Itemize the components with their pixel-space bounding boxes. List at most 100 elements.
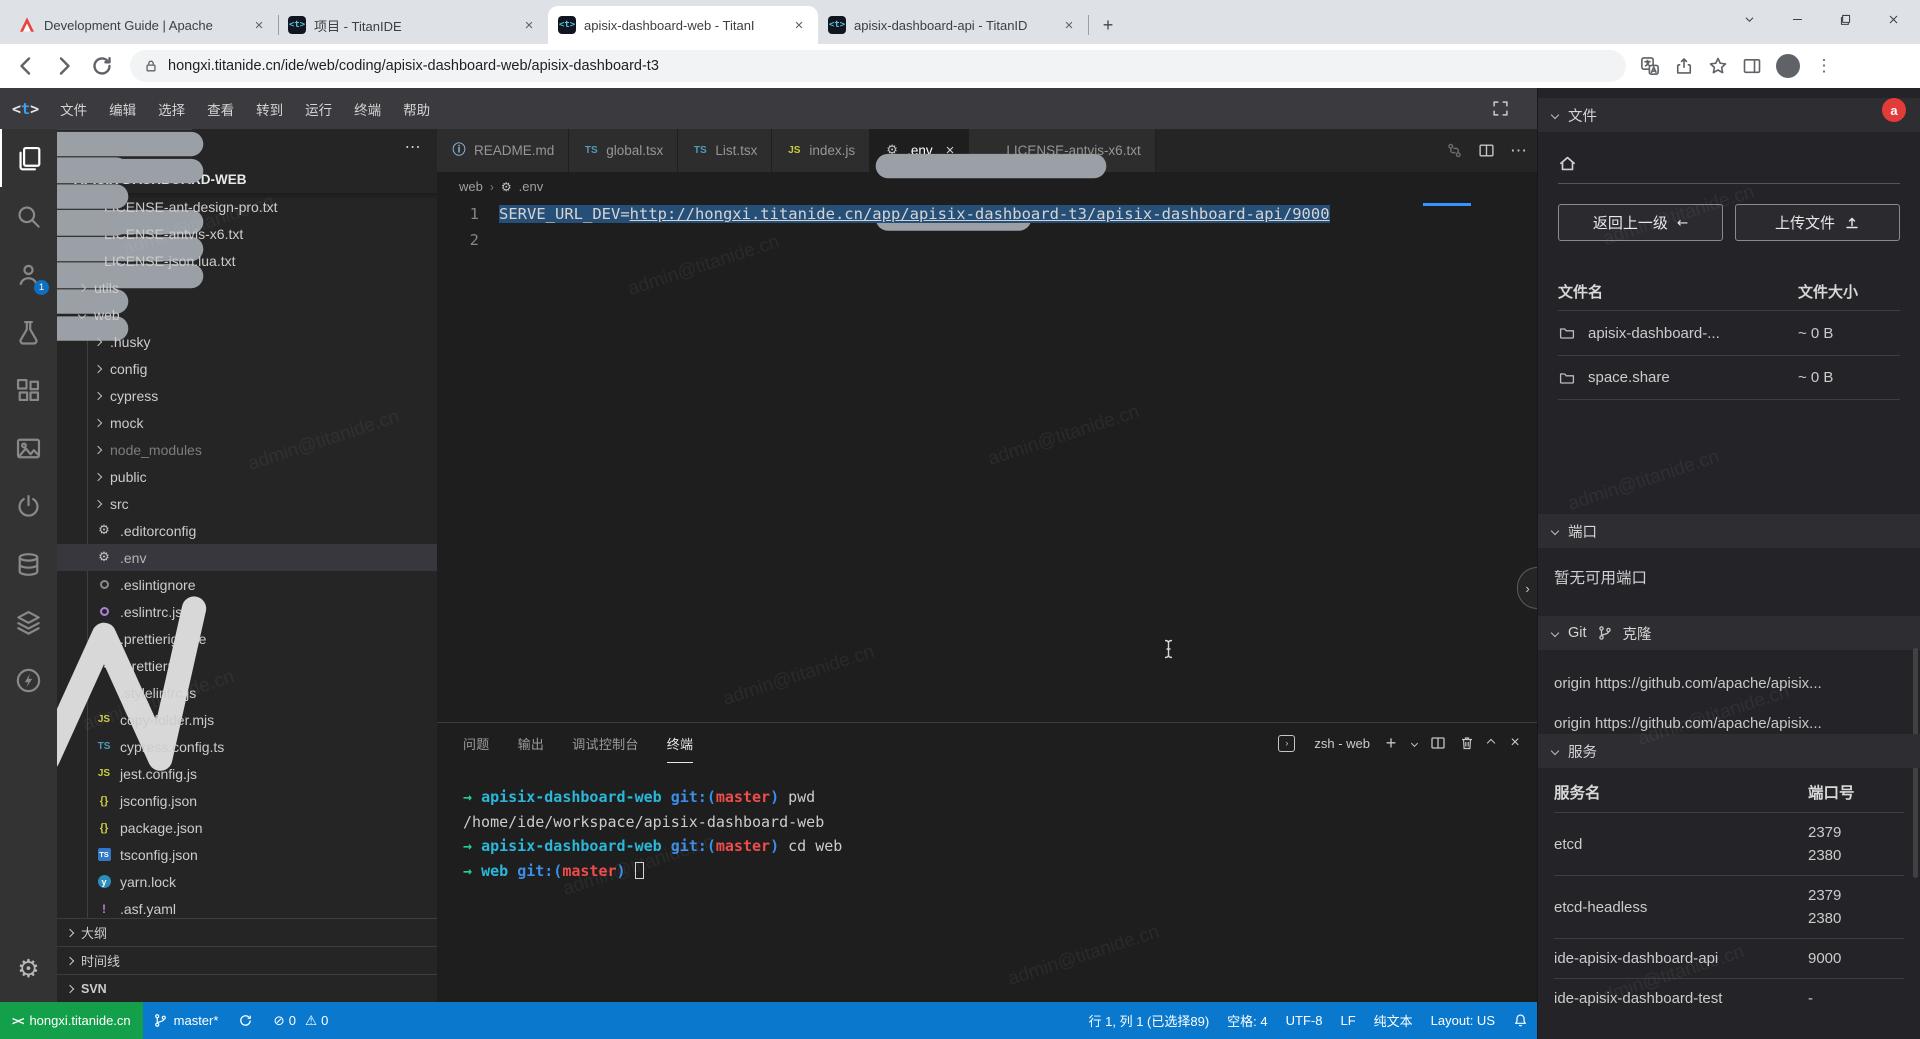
- tree-item[interactable]: mock: [57, 409, 437, 436]
- activity-restart[interactable]: [0, 477, 57, 535]
- status-keyboard-layout[interactable]: Layout: US: [1422, 1002, 1504, 1039]
- tree-item[interactable]: config: [57, 355, 437, 382]
- new-tab-button[interactable]: +: [1094, 11, 1122, 39]
- git-clone-label[interactable]: 克隆: [1623, 623, 1652, 644]
- panel-tab[interactable]: 调试控制台: [572, 723, 639, 763]
- menu-item[interactable]: 转到: [245, 88, 294, 129]
- minimize-button[interactable]: [1776, 3, 1818, 35]
- activity-database[interactable]: [0, 535, 57, 593]
- user-avatar[interactable]: a: [1882, 98, 1906, 122]
- new-terminal-icon[interactable]: +: [1383, 735, 1399, 751]
- tree-item[interactable]: JScopy-folder.mjs: [57, 706, 437, 733]
- git-branch-indicator[interactable]: master*: [143, 1002, 229, 1039]
- settings-gear-icon[interactable]: ⚙: [0, 946, 57, 990]
- section-outline[interactable]: 大纲: [57, 918, 437, 946]
- editor-tab[interactable]: ⓘREADME.md: [437, 129, 569, 172]
- explorer-more-icon[interactable]: ⋯: [405, 137, 421, 157]
- ports-section-header[interactable]: 端口: [1538, 514, 1920, 548]
- remote-indicator[interactable]: >< hongxi.titanide.cn: [0, 1002, 143, 1039]
- tree-item[interactable]: utils: [57, 274, 437, 301]
- home-icon[interactable]: [1558, 154, 1577, 173]
- tree-item[interactable]: .husky: [57, 328, 437, 355]
- url-text[interactable]: hongxi.titanide.cn/ide/web/coding/apisix…: [168, 58, 659, 74]
- compare-changes-icon[interactable]: [1446, 142, 1463, 159]
- close-panel-icon[interactable]: ×: [1507, 735, 1523, 751]
- maximize-panel-icon[interactable]: [1487, 739, 1495, 747]
- tree-item[interactable]: .stylelintrc.js: [57, 679, 437, 706]
- tree-item[interactable]: yyarn.lock: [57, 868, 437, 895]
- files-section-header[interactable]: 文件: [1538, 98, 1920, 132]
- terminal[interactable]: → apisix-dashboard-web git:(master) pwd/…: [437, 763, 1537, 883]
- activity-search[interactable]: [0, 187, 57, 245]
- problems-indicator[interactable]: ⊘ 0 ⚠ 0: [263, 1002, 338, 1039]
- forward-icon[interactable]: [52, 54, 76, 78]
- back-icon[interactable]: [14, 54, 38, 78]
- browser-tab[interactable]: <t>apisix-dashboard-web - TitanI×: [548, 6, 818, 44]
- breadcrumb-file[interactable]: .env: [519, 179, 544, 194]
- editor-more-icon[interactable]: ⋯: [1510, 141, 1527, 161]
- shell-dropdown-icon[interactable]: [1411, 739, 1418, 746]
- service-row[interactable]: etcd23792380: [1554, 812, 1904, 875]
- maximize-button[interactable]: [1824, 3, 1866, 35]
- editor-tab[interactable]: LICENSE-antvis-x6.txt: [969, 129, 1155, 172]
- activity-accounts[interactable]: 1: [0, 245, 57, 303]
- fullscreen-icon[interactable]: [1492, 88, 1509, 129]
- menu-item[interactable]: 文件: [49, 88, 98, 129]
- code-editor[interactable]: 1 SERVE_URL_DEV=http://hongxi.titanide.c…: [437, 201, 1537, 622]
- side-panel-icon[interactable]: [1742, 56, 1762, 76]
- panel-tab[interactable]: 输出: [518, 723, 545, 763]
- tree-item[interactable]: JSjest.config.js: [57, 760, 437, 787]
- menu-item[interactable]: 运行: [294, 88, 343, 129]
- tab-close-icon[interactable]: ×: [250, 16, 268, 34]
- files-home-row[interactable]: [1558, 144, 1900, 184]
- tree-item[interactable]: TStsconfig.json: [57, 841, 437, 868]
- status-indentation[interactable]: 空格: 4: [1218, 1002, 1276, 1039]
- service-row[interactable]: ide-apisix-dashboard-api9000: [1554, 938, 1904, 978]
- file-row[interactable]: apisix-dashboard-...~ 0 B: [1558, 310, 1900, 355]
- translate-icon[interactable]: [1640, 56, 1660, 76]
- panel-tab[interactable]: 终端: [667, 723, 694, 763]
- browser-tab[interactable]: <t>apisix-dashboard-api - TitanID×: [818, 6, 1088, 44]
- profile-avatar[interactable]: [1776, 54, 1800, 78]
- close-button[interactable]: [1872, 3, 1914, 35]
- status-language-mode[interactable]: 纯文本: [1365, 1002, 1422, 1039]
- tree-item[interactable]: src: [57, 490, 437, 517]
- tab-close-icon[interactable]: ×: [520, 16, 538, 34]
- editor-tab[interactable]: TSList.tsx: [678, 129, 772, 172]
- activity-lightning[interactable]: [0, 651, 57, 709]
- section-timeline[interactable]: 时间线: [57, 946, 437, 974]
- sync-button[interactable]: [228, 1002, 263, 1039]
- git-remote[interactable]: origin https://github.com/apache/apisix.…: [1554, 704, 1910, 734]
- editor-tab[interactable]: TSglobal.tsx: [569, 129, 678, 172]
- activity-test-flask[interactable]: [0, 303, 57, 361]
- service-row[interactable]: ide-apisix-dashboard-test-: [1554, 978, 1904, 1018]
- activity-explorer[interactable]: [0, 129, 57, 187]
- browser-menu-kebab-icon[interactable]: ⋮: [1814, 56, 1834, 76]
- shell-label[interactable]: zsh - web: [1314, 736, 1370, 751]
- tree-item[interactable]: web: [57, 301, 437, 328]
- tree-item[interactable]: node_modules: [57, 436, 437, 463]
- menu-item[interactable]: 选择: [147, 88, 196, 129]
- upload-file-button[interactable]: 上传文件: [1735, 204, 1900, 241]
- reload-icon[interactable]: [90, 54, 114, 78]
- tree-item[interactable]: public: [57, 463, 437, 490]
- section-svn[interactable]: SVN: [57, 974, 437, 1002]
- panel-tab[interactable]: 问题: [463, 723, 490, 763]
- tree-item[interactable]: cypress: [57, 382, 437, 409]
- kill-terminal-trash-icon[interactable]: [1459, 735, 1475, 751]
- status-encoding[interactable]: UTF-8: [1277, 1002, 1332, 1039]
- browser-tab[interactable]: <t>项目 - TitanIDE×: [278, 6, 548, 44]
- tab-close-icon[interactable]: ×: [790, 16, 808, 34]
- activity-extensions[interactable]: [0, 361, 57, 419]
- activity-layers[interactable]: [0, 593, 57, 651]
- services-section-header[interactable]: 服务: [1538, 734, 1920, 768]
- go-up-button[interactable]: 返回上一级 ←: [1558, 204, 1723, 241]
- share-icon[interactable]: [1674, 56, 1694, 76]
- tree-item[interactable]: ⚙.editorconfig: [57, 517, 437, 544]
- tab-search-chevron-button[interactable]: [1728, 3, 1770, 35]
- status-eol[interactable]: LF: [1331, 1002, 1364, 1039]
- file-row[interactable]: space.share~ 0 B: [1558, 355, 1900, 400]
- breadcrumb-folder[interactable]: web: [459, 179, 483, 194]
- menu-item[interactable]: 查看: [196, 88, 245, 129]
- git-remote[interactable]: origin https://github.com/apache/apisix.…: [1554, 664, 1910, 704]
